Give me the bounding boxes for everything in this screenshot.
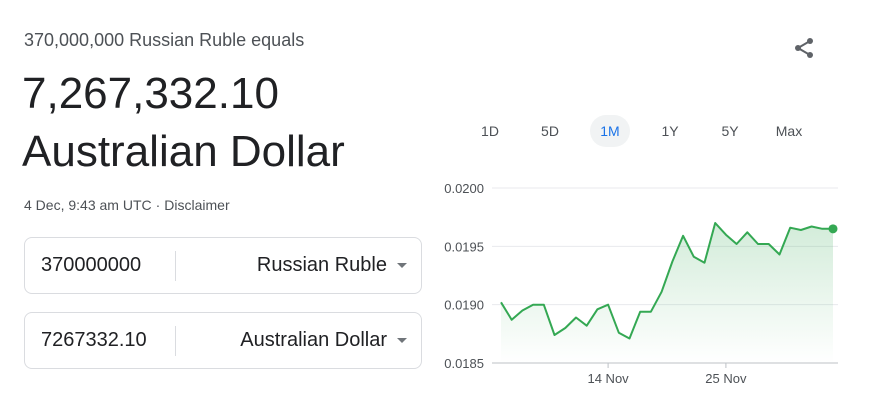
data-point	[789, 227, 791, 229]
chart-svg: 0.0200 0.0195 0.0190 0.0185 14 Nov 25 Nov	[444, 181, 838, 386]
data-point	[757, 243, 759, 245]
from-currency-label: Russian Ruble	[256, 254, 387, 276]
data-point	[768, 243, 770, 245]
data-point	[746, 231, 748, 233]
data-point	[703, 262, 705, 264]
data-point	[511, 319, 513, 321]
data-point	[554, 334, 556, 336]
data-point	[575, 317, 577, 319]
data-point	[618, 332, 620, 334]
data-point	[736, 243, 738, 245]
data-point	[821, 228, 823, 230]
data-point	[671, 261, 673, 263]
y-tick-label: 0.0190	[444, 298, 484, 313]
converted-amount: 7,267,332.10	[22, 69, 279, 118]
to-amount-input[interactable]	[25, 313, 175, 368]
data-point	[639, 311, 641, 313]
to-currency-select[interactable]: Australian Dollar	[176, 313, 421, 368]
caret-down-icon	[397, 263, 407, 268]
data-point	[586, 325, 588, 327]
share-icon	[795, 38, 813, 58]
data-point	[811, 226, 813, 228]
data-point	[714, 222, 716, 224]
data-point	[629, 338, 631, 340]
tab-1m[interactable]: 1M	[590, 115, 630, 147]
to-currency-label: Australian Dollar	[240, 329, 387, 351]
x-tick-label: 14 Nov	[587, 371, 629, 386]
caret-down-icon	[397, 338, 407, 343]
data-point	[500, 301, 502, 303]
from-currency-select[interactable]: Russian Ruble	[176, 238, 421, 293]
tab-1d[interactable]: 1D	[470, 115, 510, 147]
data-point	[564, 327, 566, 329]
time-range-tabs: 1D 5D 1M 1Y 5Y Max	[462, 115, 818, 147]
data-point	[650, 311, 652, 313]
from-converter-row: Russian Ruble	[24, 237, 422, 294]
tab-5y[interactable]: 5Y	[710, 115, 750, 147]
tab-5d[interactable]: 5D	[530, 115, 570, 147]
data-point	[800, 229, 802, 231]
latest-point-marker	[828, 224, 838, 234]
share-button[interactable]	[788, 32, 820, 64]
disclaimer-link[interactable]: Disclaimer	[164, 197, 229, 213]
y-tick-label: 0.0195	[444, 239, 484, 254]
data-point	[693, 256, 695, 258]
data-point	[607, 304, 609, 306]
from-amount-input[interactable]	[25, 238, 175, 293]
timestamp: 4 Dec, 9:43 am UTC	[24, 197, 152, 213]
data-point	[543, 304, 545, 306]
exchange-rate-chart[interactable]: 0.0200 0.0195 0.0190 0.0185 14 Nov 25 Nov	[428, 170, 858, 400]
y-tick-label: 0.0200	[444, 181, 484, 196]
data-point	[661, 291, 663, 293]
meta-line: 4 Dec, 9:43 am UTC · Disclaimer	[24, 197, 230, 213]
separator: ·	[155, 197, 161, 213]
x-tick-label: 25 Nov	[705, 371, 747, 386]
data-point	[682, 235, 684, 237]
header-subtitle: 370,000,000 Russian Ruble equals	[24, 30, 305, 50]
data-point	[521, 310, 523, 312]
data-point	[778, 254, 780, 256]
data-point	[596, 308, 598, 310]
data-point	[725, 234, 727, 236]
data-point	[532, 304, 534, 306]
converted-currency: Australian Dollar	[22, 127, 345, 176]
tab-1y[interactable]: 1Y	[650, 115, 690, 147]
y-tick-label: 0.0185	[444, 356, 484, 371]
to-converter-row: Australian Dollar	[24, 312, 422, 369]
tab-max[interactable]: Max	[768, 115, 810, 147]
